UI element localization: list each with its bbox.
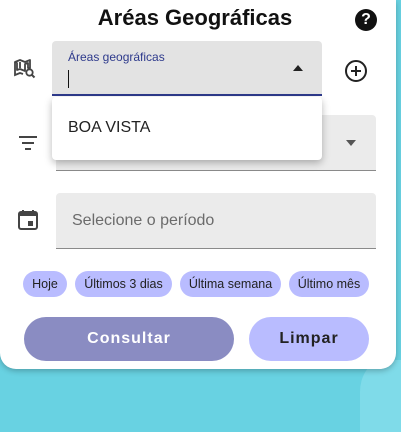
consultar-button[interactable]: Consultar (24, 317, 234, 361)
areas-select[interactable]: Áreas geográficas (52, 41, 322, 96)
areas-select-label: Áreas geográficas (68, 50, 165, 64)
chip-ultimos-3-dias[interactable]: Últimos 3 dias (75, 271, 172, 297)
calendar-icon (18, 210, 38, 230)
map-land-area (360, 360, 401, 432)
filter-panel: Aréas Geográficas ? Áreas geográficas Se… (0, 0, 396, 369)
chevron-up-icon[interactable] (293, 65, 303, 71)
help-icon[interactable]: ? (355, 9, 377, 31)
chip-ultimo-mes[interactable]: Último mês (289, 271, 369, 297)
period-placeholder: Selecione o período (72, 212, 215, 229)
chip-hoje[interactable]: Hoje (23, 271, 67, 297)
limpar-button[interactable]: Limpar (249, 317, 369, 361)
panel-title: Aréas Geográficas (97, 5, 293, 30)
map-search-icon (14, 59, 36, 79)
chip-ultima-semana[interactable]: Última semana (180, 271, 281, 297)
period-input[interactable]: Selecione o período (56, 193, 376, 249)
text-caret (68, 70, 69, 88)
add-circle-icon[interactable] (343, 58, 369, 84)
filter-icon (19, 136, 37, 150)
areas-dropdown-menu: BOA VISTA (52, 97, 322, 160)
dropdown-option-boa-vista[interactable]: BOA VISTA (68, 119, 150, 137)
chevron-down-icon[interactable] (346, 140, 356, 146)
